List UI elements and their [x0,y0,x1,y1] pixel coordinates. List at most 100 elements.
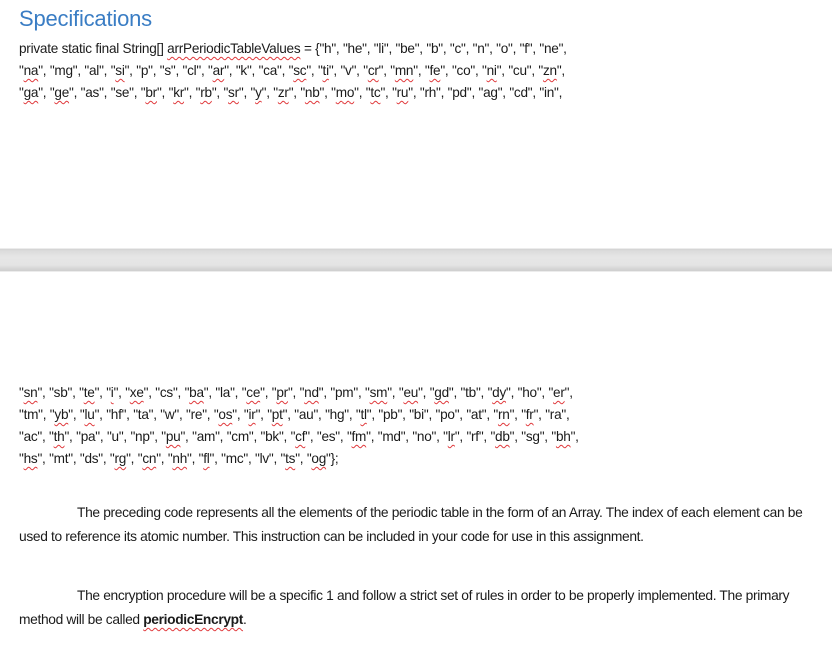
method-name-term: periodicEncrypt [143,612,244,627]
spellcheck-flagged-token: hs [23,451,38,466]
code-token: ", " [68,407,85,422]
code-token: ", " [378,63,395,78]
code-token: ", " [238,85,256,100]
document-page-1: Specifications private static final Stri… [0,0,832,248]
code-token: ", [564,385,573,400]
code-line: "ac", "th", "pa", "u", "np", "pu", "am",… [19,426,579,448]
spellcheck-flagged-token: tc [370,85,381,100]
code-token: ", "sb", " [37,385,84,400]
code-token: ", "k", "ca", " [224,63,294,78]
code-line: "ga", "ge", "as", "se", "br", "kr", "rb"… [19,82,567,104]
spellcheck-flagged-token: pu [165,429,181,444]
spellcheck-flagged-token: yb [54,407,69,422]
code-token: ", " [94,385,111,400]
spellcheck-flagged-token: lr [447,429,455,444]
code-token: ", " [211,85,229,100]
code-line: "na", "mg", "al", "si", "p", "s", "cl", … [19,60,567,82]
spellcheck-flagged-token: sm [369,385,388,400]
code-token: = {"h", "he", "li", "be", "b", "c", "n",… [300,41,567,56]
code-token: ", " [261,85,278,100]
code-line: "tm", "yb", "lu", "hf", "ta", "w", "re",… [19,404,579,426]
spellcheck-flagged-token: ni [486,63,497,78]
paragraph-text: The preceding code represents all the el… [19,505,803,544]
code-token: ", "sg", " [509,429,557,444]
code-token: ", "md", "no", " [366,429,448,444]
spellcheck-flagged-token: rn [497,407,510,422]
spellcheck-flagged-token: fe [429,63,441,78]
code-token: ", " [354,85,371,100]
spellcheck-flagged-token: ts [285,451,296,466]
code-token: ", " [156,85,174,100]
code-token: ", " [156,451,173,466]
spellcheck-flagged-token: og [311,451,327,466]
spellcheck-flagged-token: zr [277,85,289,100]
code-token: ", "au", "hg", " [282,407,361,422]
code-token: ", " [387,385,404,400]
spellcheck-flagged-token: te [83,385,95,400]
spellcheck-flagged-token: cn [142,451,157,466]
code-token: ", " [306,63,323,78]
paragraph-punctuation: . [243,612,247,627]
code-block-array-continuation: "sn", "sb", "te", "i", "xe", "cs", "ba",… [19,382,579,470]
spellcheck-flagged-token: db [495,429,510,444]
code-token: ", " [380,85,397,100]
code-token: ", "p", "s", "cl", " [124,63,213,78]
spellcheck-flagged-token: sn [23,385,38,400]
spellcheck-flagged-token: pr [276,385,288,400]
page-break-separator [0,248,832,272]
spellcheck-flagged-token: sc [293,63,307,78]
code-token: ", " [288,85,305,100]
code-token: ", [556,63,565,78]
code-token: ", "ho", " [506,385,554,400]
spellcheck-flagged-token: cr [367,63,379,78]
spellcheck-flagged-token: rg [114,451,127,466]
code-token: ", "mt", "ds", " [37,451,115,466]
code-token: ", "v", " [328,63,368,78]
code-token: ", "mc", "lv", " [209,451,286,466]
code-token: ", "cs", " [143,385,190,400]
spellcheck-flagged-token: xe [129,385,144,400]
spellcheck-flagged-token: dy [492,385,507,400]
code-token: ", "la", " [203,385,247,400]
paragraph-encryption-procedure: The encryption procedure will be a speci… [19,584,814,632]
code-token: ", "cu", " [496,63,544,78]
code-token: ", " [184,85,201,100]
code-token: private static final String[] [19,41,168,56]
code-line: "sn", "sb", "te", "i", "xe", "cs", "ba",… [19,382,579,404]
code-token: ", " [295,451,312,466]
code-token: ", " [319,85,336,100]
code-token: ", "pb", "bi", "po", "at", " [366,407,498,422]
code-token: ", " [126,451,143,466]
code-token: ", " [38,85,55,100]
code-token: "tm", " [19,407,55,422]
spellcheck-flagged-token: ar [212,63,225,78]
code-token: ", "rh", "pd", "ag", "cd", "in", [408,85,563,100]
spellcheck-flagged-token: nh [172,451,188,466]
spellcheck-flagged-token: eu [403,385,419,400]
spellcheck-flagged-token: cf [295,429,306,444]
code-token: ", "pa", "u", "np", " [64,429,166,444]
spellcheck-flagged-token: sr [228,85,239,100]
code-token: ", " [413,63,430,78]
spellcheck-flagged-token: arrPeriodicTableValues [167,41,301,56]
spellcheck-flagged-token: rb [200,85,212,100]
code-token: "}; [326,451,339,466]
code-token: ", " [287,385,305,400]
spellcheck-flagged-token: si [115,63,125,78]
code-token: ", " [509,407,526,422]
spellcheck-flagged-token: ce [246,385,261,400]
section-heading: Specifications [19,6,152,31]
code-token: ", "rf", " [454,429,496,444]
code-token: ", "mg", "al", " [38,63,116,78]
spellcheck-flagged-token: nb [304,85,320,100]
spellcheck-flagged-token: ga [23,85,39,100]
code-token: ", "es", " [305,429,352,444]
spellcheck-flagged-token: ba [189,385,204,400]
spellcheck-flagged-token: mo [335,85,355,100]
spellcheck-flagged-token: fm [351,429,367,444]
spellcheck-flagged-token: fr [525,407,534,422]
spellcheck-flagged-token: pt [271,407,283,422]
spellcheck-flagged-token: nd [304,385,319,400]
document-page-2: "sn", "sb", "te", "i", "xe", "cs", "ba",… [0,272,832,649]
code-line: "hs", "mt", "ds", "rg", "cn", "nh", "fl"… [19,448,579,470]
